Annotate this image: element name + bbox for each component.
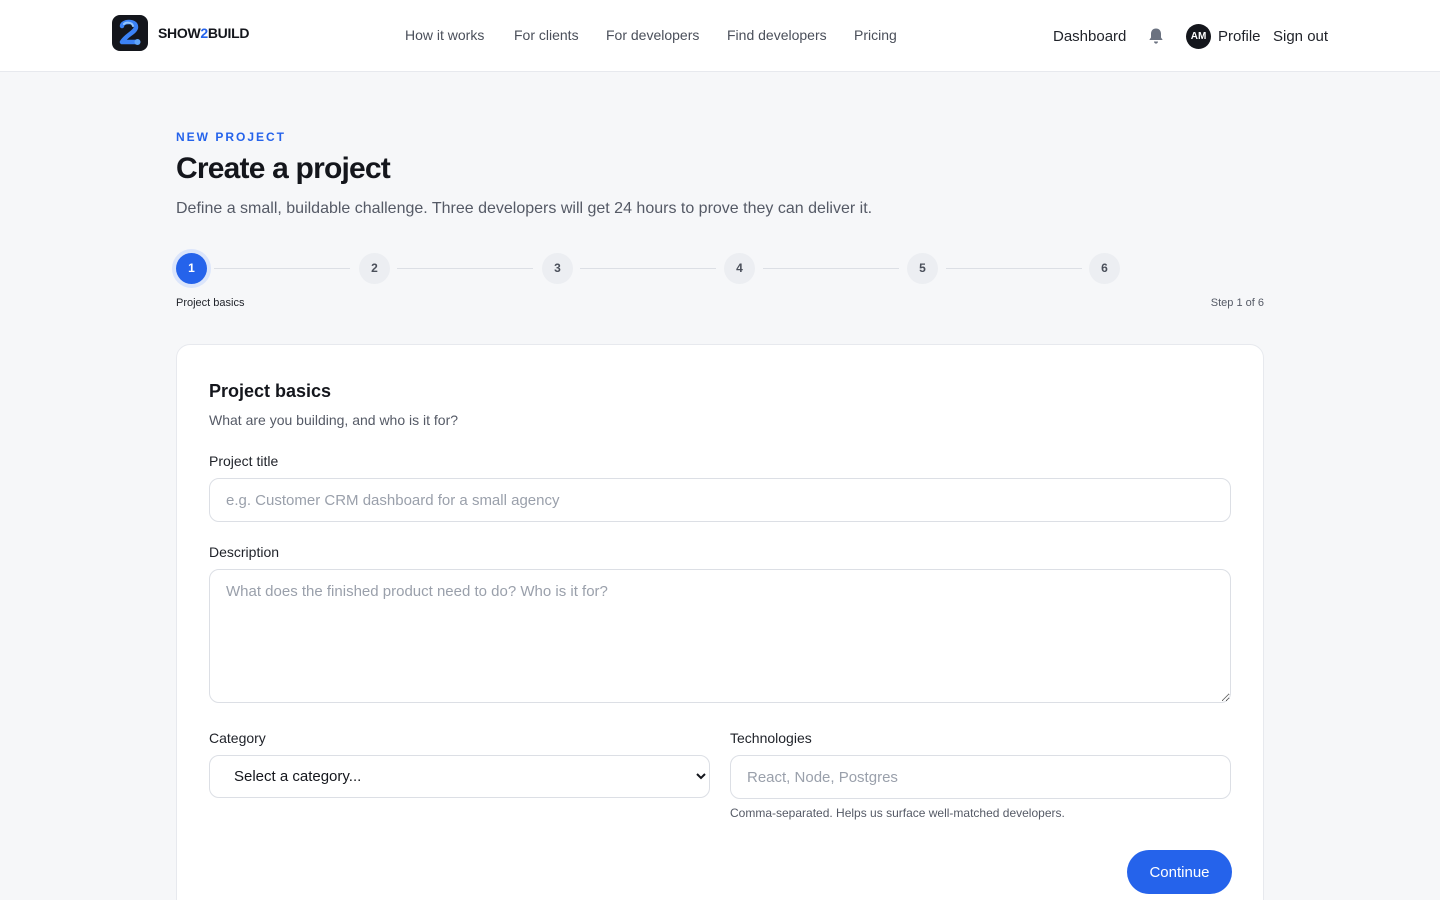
nav-for-developers[interactable]: For developers xyxy=(606,27,699,43)
stepper-connector xyxy=(580,268,716,269)
step-5[interactable]: 5 xyxy=(907,253,938,284)
card-subtitle: What are you building, and who is it for… xyxy=(209,412,459,428)
stepper-connector xyxy=(763,268,899,269)
continue-button[interactable]: Continue xyxy=(1127,850,1232,894)
nav-for-clients[interactable]: For clients xyxy=(514,27,579,43)
brand-name-part1: SHOW xyxy=(158,25,201,41)
brand-wordmark[interactable]: SHOW2BUILD xyxy=(158,25,249,41)
bell-icon[interactable] xyxy=(1146,26,1166,46)
brand-name-accent: 2 xyxy=(200,25,208,41)
sign-out-link[interactable]: Sign out xyxy=(1273,28,1328,45)
technologies-input[interactable] xyxy=(730,755,1231,799)
page-subtitle: Define a small, buildable challenge. Thr… xyxy=(176,200,873,217)
project-title-input[interactable] xyxy=(209,478,1231,522)
description-textarea[interactable] xyxy=(209,569,1231,703)
category-select[interactable]: Select a category... xyxy=(209,755,710,798)
stepper-connector xyxy=(214,268,350,269)
page-title: Create a project xyxy=(176,152,391,185)
step-6[interactable]: 6 xyxy=(1089,253,1120,284)
step-progress-text: Step 1 of 6 xyxy=(1210,297,1264,309)
nav-find-developers[interactable]: Find developers xyxy=(727,27,827,43)
current-step-label: Project basics xyxy=(176,297,245,309)
technologies-label: Technologies xyxy=(730,730,812,746)
technologies-hint: Comma-separated. Helps us surface well-m… xyxy=(730,806,1065,820)
top-navigation-bar: SHOW2BUILD How it works For clients For … xyxy=(0,0,1440,72)
stepper-connector xyxy=(397,268,533,269)
dashboard-link[interactable]: Dashboard xyxy=(1053,28,1126,45)
nav-how-it-works[interactable]: How it works xyxy=(405,27,484,43)
page-eyebrow: NEW PROJECT xyxy=(176,130,287,144)
step-4[interactable]: 4 xyxy=(724,253,755,284)
stepper-connector xyxy=(946,268,1082,269)
project-title-label: Project title xyxy=(209,453,279,469)
description-label: Description xyxy=(209,544,280,560)
step-1[interactable]: 1 xyxy=(176,253,207,284)
project-basics-card: Project basics What are you building, an… xyxy=(176,344,1264,900)
brand-name-part2: BUILD xyxy=(207,25,250,41)
category-label: Category xyxy=(209,730,266,746)
avatar[interactable]: AM xyxy=(1186,24,1211,49)
card-title: Project basics xyxy=(209,381,332,401)
step-2[interactable]: 2 xyxy=(359,253,390,284)
nav-pricing[interactable]: Pricing xyxy=(854,27,897,43)
brand-logo-icon[interactable] xyxy=(112,15,148,51)
profile-link[interactable]: Profile xyxy=(1218,28,1261,45)
step-3[interactable]: 3 xyxy=(542,253,573,284)
